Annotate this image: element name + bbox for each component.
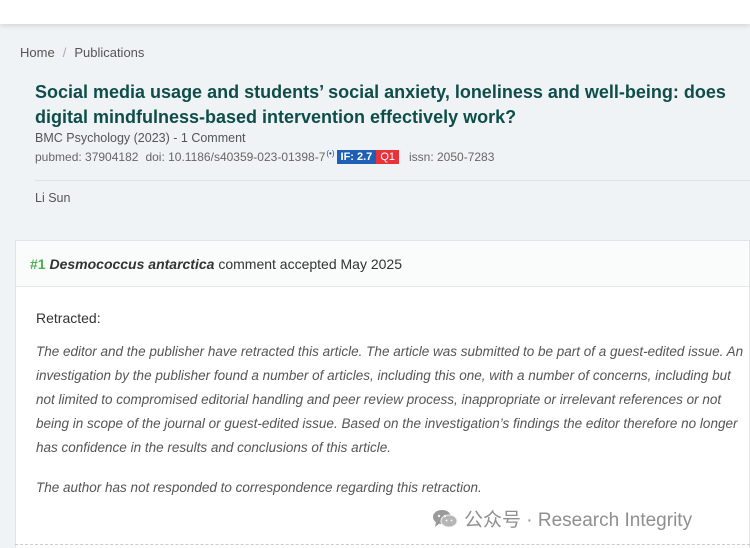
journal-separator: - bbox=[169, 131, 181, 145]
article-identifiers: pubmed: 37904182 doi: 10.1186/s40359-023… bbox=[35, 149, 495, 164]
watermark-text: 公众号 · Research Integrity bbox=[464, 510, 693, 531]
breadcrumb-home-link[interactable]: Home bbox=[20, 45, 55, 60]
journal-name: BMC Psychology (2023) bbox=[35, 131, 170, 145]
altmetric-icon[interactable]: (•) bbox=[326, 149, 334, 158]
impact-factor-badge: IF: 2.7 bbox=[336, 150, 377, 164]
article-author: Li Sun bbox=[35, 191, 71, 205]
article-title: Social media usage and students’ social … bbox=[35, 82, 726, 127]
wechat-icon bbox=[432, 509, 458, 529]
watermark: 公众号 · Research Integrity bbox=[432, 505, 692, 532]
header-divider bbox=[35, 180, 750, 181]
breadcrumb: Home / Publications bbox=[20, 45, 144, 60]
comment-body: Retracted: The editor and the publisher … bbox=[16, 287, 749, 500]
comment-header: #1 Desmococcus antarctica comment accept… bbox=[16, 241, 749, 287]
doi: doi: 10.1186/s40359-023-01398-7 bbox=[145, 150, 326, 164]
comment-heading: Retracted: bbox=[36, 310, 101, 326]
breadcrumb-publications-link[interactable]: Publications bbox=[74, 45, 144, 60]
breadcrumb-separator: / bbox=[62, 45, 67, 60]
commenter-name: Desmococcus antarctica bbox=[49, 256, 215, 272]
pubmed-id: pubmed: 37904182 bbox=[35, 150, 139, 164]
comment-card: #1 Desmococcus antarctica comment accept… bbox=[15, 240, 750, 548]
top-nav-bar bbox=[0, 0, 750, 24]
quartile-badge: Q1 bbox=[376, 150, 399, 164]
article-journal-line: BMC Psychology (2023) - 1 Comment bbox=[35, 131, 246, 145]
retraction-notice: The editor and the publisher have retrac… bbox=[36, 344, 744, 455]
comment-number: #1 bbox=[30, 256, 46, 272]
comment-status: comment accepted May 2025 bbox=[218, 256, 402, 272]
author-response-note: The author has not responded to correspo… bbox=[36, 480, 482, 495]
card-bottom-divider bbox=[15, 544, 750, 545]
comment-count-link[interactable]: 1 Comment bbox=[181, 131, 246, 145]
issn: issn: 2050-7283 bbox=[409, 150, 495, 164]
